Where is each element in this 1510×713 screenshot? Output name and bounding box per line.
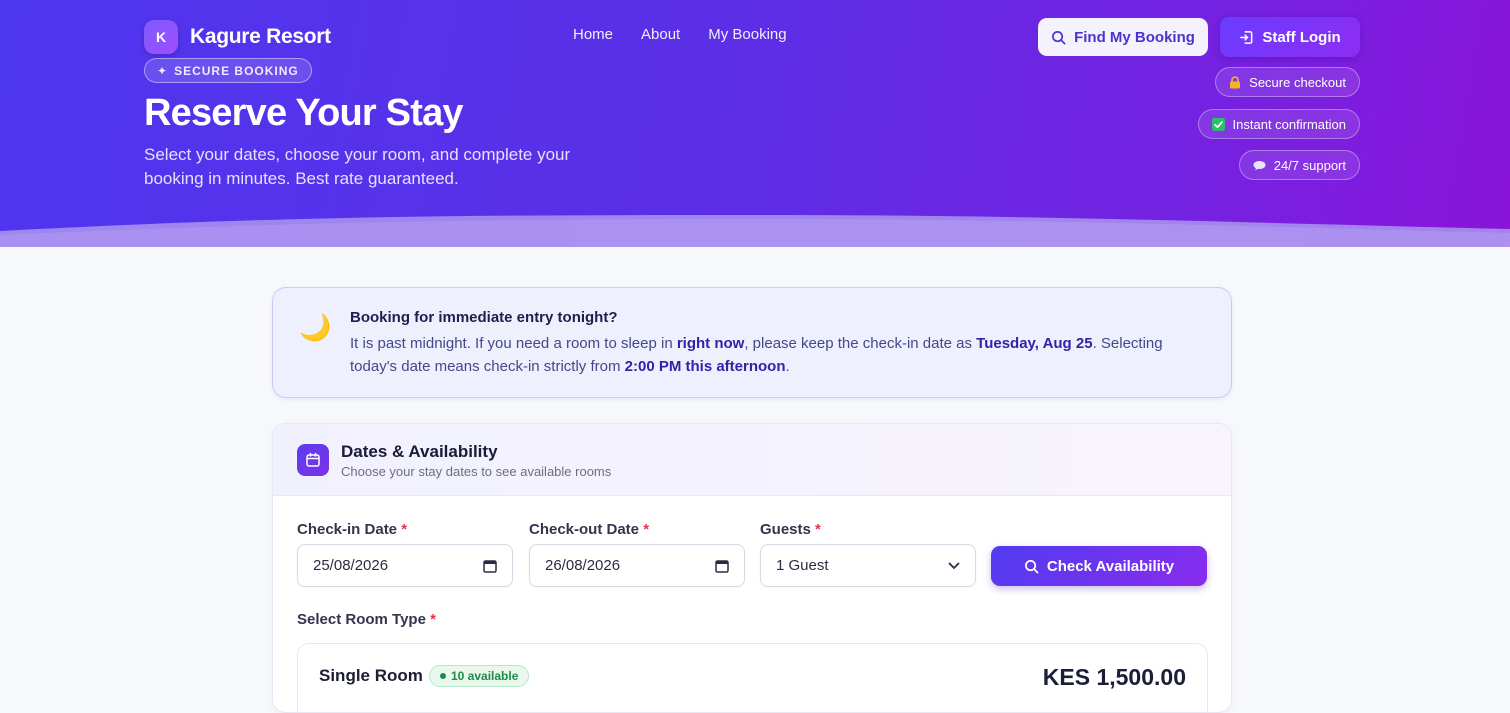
staff-login-label: Staff Login xyxy=(1262,28,1341,46)
moon-icon: 🌙 xyxy=(299,312,332,342)
trust-pill-support: 24/7 support xyxy=(1238,150,1360,180)
login-icon xyxy=(1240,30,1253,44)
availability-card: Dates & Availability Choose your stay da… xyxy=(272,423,1232,713)
trust-pill-instant-confirmation: Instant confirmation xyxy=(1197,109,1360,139)
trust-pill-secure-checkout: Secure checkout xyxy=(1215,67,1360,97)
guests-select[interactable]: 1 Guest xyxy=(760,544,976,587)
notice-body: It is past midnight. If you need a room … xyxy=(350,335,1163,375)
sparkle-icon: ✦ xyxy=(157,63,169,78)
trust-pill-label: 24/7 support xyxy=(1273,157,1346,173)
checkin-label: Check-in Date * xyxy=(297,521,408,538)
page-title: Reserve Your Stay xyxy=(144,92,464,134)
find-my-booking-label: Find My Booking xyxy=(1074,28,1195,46)
brand-name: Kagure Resort xyxy=(190,25,331,48)
chat-icon xyxy=(1253,160,1266,170)
room-availability-label: 10 available xyxy=(451,669,519,683)
room-option-single[interactable]: Single Room 10 available KES 1,500.00 xyxy=(297,643,1208,712)
calendar-picker-icon[interactable] xyxy=(483,559,497,573)
calendar-picker-icon[interactable] xyxy=(715,559,729,573)
availability-card-header: Dates & Availability Choose your stay da… xyxy=(273,424,1231,496)
checkout-date-input[interactable]: 26/08/2026 xyxy=(529,544,745,587)
check-availability-button[interactable]: Check Availability xyxy=(991,546,1207,586)
checkout-label: Check-out Date * xyxy=(529,521,650,538)
notice-title: Booking for immediate entry tonight? xyxy=(350,309,618,326)
nav-home[interactable]: Home xyxy=(573,26,613,43)
secure-booking-badge: ✦ SECURE BOOKING xyxy=(144,58,312,83)
room-price: KES 1,500.00 xyxy=(1042,664,1186,690)
nav-my-booking[interactable]: My Booking xyxy=(708,26,786,43)
lock-icon xyxy=(1230,75,1241,88)
find-my-booking-button[interactable]: Find My Booking xyxy=(1038,18,1208,56)
checkout-date-value: 26/08/2026 xyxy=(545,557,621,574)
room-availability-badge: 10 available xyxy=(429,665,530,687)
calendar-icon xyxy=(297,444,329,476)
check-availability-label: Check Availability xyxy=(1046,557,1175,575)
guests-label: Guests * xyxy=(760,521,821,538)
checkin-date-value: 25/08/2026 xyxy=(313,557,389,574)
availability-subtitle: Choose your stay dates to see available … xyxy=(341,464,612,479)
nav-about[interactable]: About xyxy=(641,26,680,43)
trust-pill-label: Secure checkout xyxy=(1249,74,1346,90)
midnight-notice: 🌙 Booking for immediate entry tonight? I… xyxy=(272,287,1232,398)
search-icon xyxy=(1052,30,1066,44)
secure-booking-badge-label: SECURE BOOKING xyxy=(174,63,299,78)
hero-header: K Kagure Resort Home About My Booking Fi… xyxy=(0,0,1510,247)
page-subtitle: Select your dates, choose your room, and… xyxy=(144,145,571,188)
availability-title: Dates & Availability xyxy=(341,442,498,461)
room-type-label: Select Room Type * xyxy=(297,611,436,628)
chevron-down-icon xyxy=(948,562,960,569)
checkin-date-input[interactable]: 25/08/2026 xyxy=(297,544,513,587)
hero-wave xyxy=(0,215,1510,247)
status-dot-icon xyxy=(440,673,446,679)
staff-login-button[interactable]: Staff Login xyxy=(1220,17,1360,57)
main-nav: Home About My Booking xyxy=(573,26,787,43)
brand[interactable]: K Kagure Resort xyxy=(144,20,331,54)
check-icon xyxy=(1211,117,1225,131)
guests-select-value: 1 Guest xyxy=(776,557,829,574)
brand-logo: K xyxy=(144,20,178,54)
trust-pill-label: Instant confirmation xyxy=(1232,116,1346,132)
room-name: Single Room xyxy=(319,666,423,685)
search-icon xyxy=(1024,559,1039,573)
